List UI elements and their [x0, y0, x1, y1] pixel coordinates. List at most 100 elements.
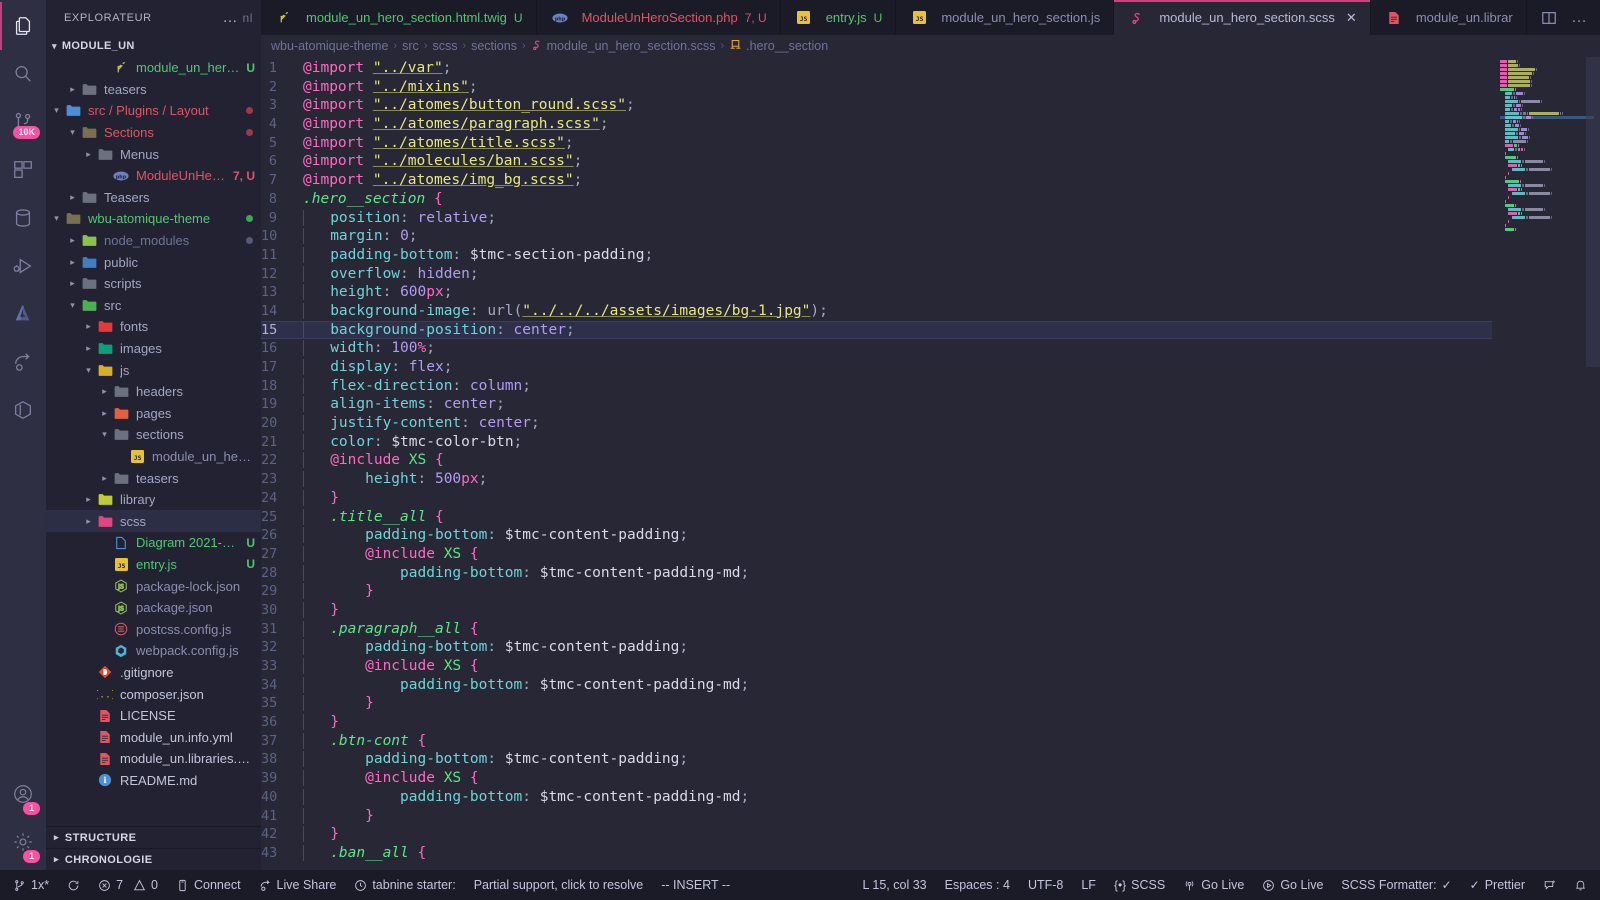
activity-item-azure[interactable] [0, 290, 46, 338]
code-line[interactable]: 1 @import "../var"; [261, 59, 1492, 78]
scrollbar-thumb[interactable] [1586, 57, 1600, 367]
status-connect[interactable]: Connect [167, 870, 250, 900]
code-line[interactable]: 43 .ban__all { [261, 844, 1492, 863]
tree-item[interactable]: JS entry.js U [46, 554, 261, 576]
chevron-down-icon[interactable]: ▾ [98, 429, 111, 440]
breadcrumb-item[interactable]: scss [432, 39, 457, 53]
tree-item[interactable]: {..} composer.json [46, 683, 261, 705]
tree-item[interactable]: LICENSE [46, 705, 261, 727]
tree-item[interactable]: ▸ fonts [46, 316, 261, 338]
code-line[interactable]: 15 background-position: center; [261, 320, 1492, 340]
code-line[interactable]: 33 @include XS { [261, 657, 1492, 676]
chevron-right-icon[interactable]: ▸ [82, 516, 95, 527]
code-line[interactable]: 36 } [261, 713, 1492, 732]
code-line[interactable]: 6 @import "../molecules/ban.scss"; [261, 152, 1492, 171]
code-line[interactable]: 10 margin: 0; [261, 227, 1492, 246]
code-line[interactable]: 34 padding-bottom: $tmc-content-padding-… [261, 676, 1492, 695]
breadcrumb-item[interactable]: sections [471, 39, 517, 53]
tree-item[interactable]: ▾ Sections [46, 122, 261, 144]
chevron-right-icon[interactable]: ▸ [66, 257, 79, 268]
tree-item[interactable]: .gitignore [46, 662, 261, 684]
explorer-root-section[interactable]: ▾ MODULE_UN [46, 35, 261, 57]
code-line[interactable]: 25 .title__all { [261, 508, 1492, 527]
tree-item[interactable]: ▾ src / Plugins / Layout [46, 100, 261, 122]
activity-item-live-share[interactable] [0, 338, 46, 386]
editor-tab[interactable]: module_un.librar [1370, 0, 1527, 35]
more-actions-icon[interactable]: … [1571, 9, 1588, 25]
activity-item-explorer[interactable] [0, 2, 46, 50]
tree-item[interactable]: module_un.libraries.yml [46, 748, 261, 770]
minimap[interactable] [1492, 57, 1600, 870]
chevron-right-icon[interactable]: ▸ [82, 149, 95, 160]
code-line[interactable]: 29 } [261, 582, 1492, 601]
status-indentation[interactable]: Espaces : 4 [936, 870, 1019, 900]
sidebar-more-actions[interactable]: … [222, 9, 242, 26]
tree-item[interactable]: ▸ Menus [46, 143, 261, 165]
tree-item[interactable]: ▾ src [46, 295, 261, 317]
split-editor-icon[interactable] [1541, 10, 1557, 26]
code-line[interactable]: 27 @include XS { [261, 545, 1492, 564]
chevron-right-icon[interactable]: ▸ [98, 473, 111, 484]
chevron-down-icon[interactable]: ▾ [50, 213, 63, 224]
status-go-live-2[interactable]: Go Live [1253, 870, 1332, 900]
code-line[interactable]: 12 overflow: hidden; [261, 265, 1492, 284]
code-line[interactable]: 11 padding-bottom: $tmc-section-padding; [261, 246, 1492, 265]
code-line[interactable]: 23 height: 500px; [261, 470, 1492, 489]
tree-item[interactable]: webpack.config.js [46, 640, 261, 662]
chevron-right-icon[interactable]: ▸ [98, 408, 111, 419]
chevron-right-icon[interactable]: ▸ [66, 84, 79, 95]
code-line[interactable]: 2 @import "../mixins"; [261, 78, 1492, 97]
tree-item[interactable]: ▸ node_modules [46, 230, 261, 252]
status-scss-formatter[interactable]: SCSS Formatter: ✓ [1332, 870, 1460, 900]
chevron-down-icon[interactable]: ▾ [66, 127, 79, 138]
code-line[interactable]: 39 @include XS { [261, 769, 1492, 788]
activity-item-remote-explorer[interactable] [0, 386, 46, 434]
tree-item[interactable]: Diagram 2021-04-… U [46, 532, 261, 554]
status-notifications[interactable] [1565, 870, 1596, 900]
sidebar-nl-label[interactable]: nl [242, 11, 253, 25]
breadcrumb-item[interactable]: module_un_hero_section.scss [531, 39, 716, 54]
status-problems[interactable]: 7 0 [89, 870, 167, 900]
code-line[interactable]: 16 width: 100%; [261, 339, 1492, 358]
editor-tab[interactable]: JS entry.js U [780, 0, 897, 35]
editor-tab[interactable]: module_un_hero_section.scss ✕ [1114, 0, 1371, 35]
code-line[interactable]: 40 padding-bottom: $tmc-content-padding-… [261, 788, 1492, 807]
code-line[interactable]: 31 .paragraph__all { [261, 620, 1492, 639]
tree-item[interactable]: ▸ teasers [46, 79, 261, 101]
editor-tabs[interactable]: module_un_hero_section.html.twig Uphp Modu… [261, 0, 1600, 35]
code-line[interactable]: 7 @import "../atomes/img_bg.scss"; [261, 171, 1492, 190]
tree-item[interactable]: JS module_un_hero_s… [46, 446, 261, 468]
tree-item[interactable]: ▸ teasers [46, 467, 261, 489]
code-line[interactable]: 28 padding-bottom: $tmc-content-padding-… [261, 564, 1492, 583]
tree-item[interactable]: ▸ headers [46, 381, 261, 403]
status-tabnine[interactable]: tabnine starter: [345, 870, 464, 900]
tree-item[interactable]: ▾ wbu-atomique-theme [46, 208, 261, 230]
editor-tab[interactable]: module_un_hero_section.html.twig U [261, 0, 537, 35]
chevron-right-icon[interactable]: ▸ [66, 192, 79, 203]
code-line[interactable]: 13 height: 600px; [261, 283, 1492, 302]
activity-item-run-and-debug[interactable] [0, 242, 46, 290]
breadcrumb[interactable]: wbu-atomique-theme › src › scss › sections › mod… [261, 35, 1600, 57]
tree-item[interactable]: php ModuleUnHero… 7, U [46, 165, 261, 187]
code-line[interactable]: 41 } [261, 807, 1492, 826]
code-line[interactable]: 35 } [261, 694, 1492, 713]
code-line[interactable]: 4 @import "../atomes/paragraph.scss"; [261, 115, 1492, 134]
status-feedback[interactable] [1534, 870, 1565, 900]
breadcrumb-item[interactable]: src [402, 39, 419, 53]
status-live-share[interactable]: Live Share [250, 870, 346, 900]
code-line[interactable]: 14 background-image: url("../../../asset… [261, 302, 1492, 321]
code-editor[interactable]: 1 @import "../var"; 2 @import "../mixins"; 3… [261, 57, 1492, 870]
code-line[interactable]: 18 flex-direction: column; [261, 377, 1492, 396]
activity-item-extensions[interactable] [0, 146, 46, 194]
tree-item[interactable]: JS package.json [46, 597, 261, 619]
tree-item[interactable]: module_un.info.yml [46, 726, 261, 748]
status-encoding[interactable]: UTF-8 [1019, 870, 1072, 900]
code-line[interactable]: 20 justify-content: center; [261, 414, 1492, 433]
chevron-right-icon[interactable]: ▸ [66, 235, 79, 246]
activity-item-database[interactable] [0, 194, 46, 242]
tree-item[interactable]: ▸ public [46, 251, 261, 273]
breadcrumb-item[interactable]: .hero__section [729, 39, 828, 54]
tree-item[interactable]: ▸ images [46, 338, 261, 360]
activity-item-accounts[interactable]: 1 [0, 774, 46, 822]
chevron-right-icon[interactable]: ▸ [82, 321, 95, 332]
